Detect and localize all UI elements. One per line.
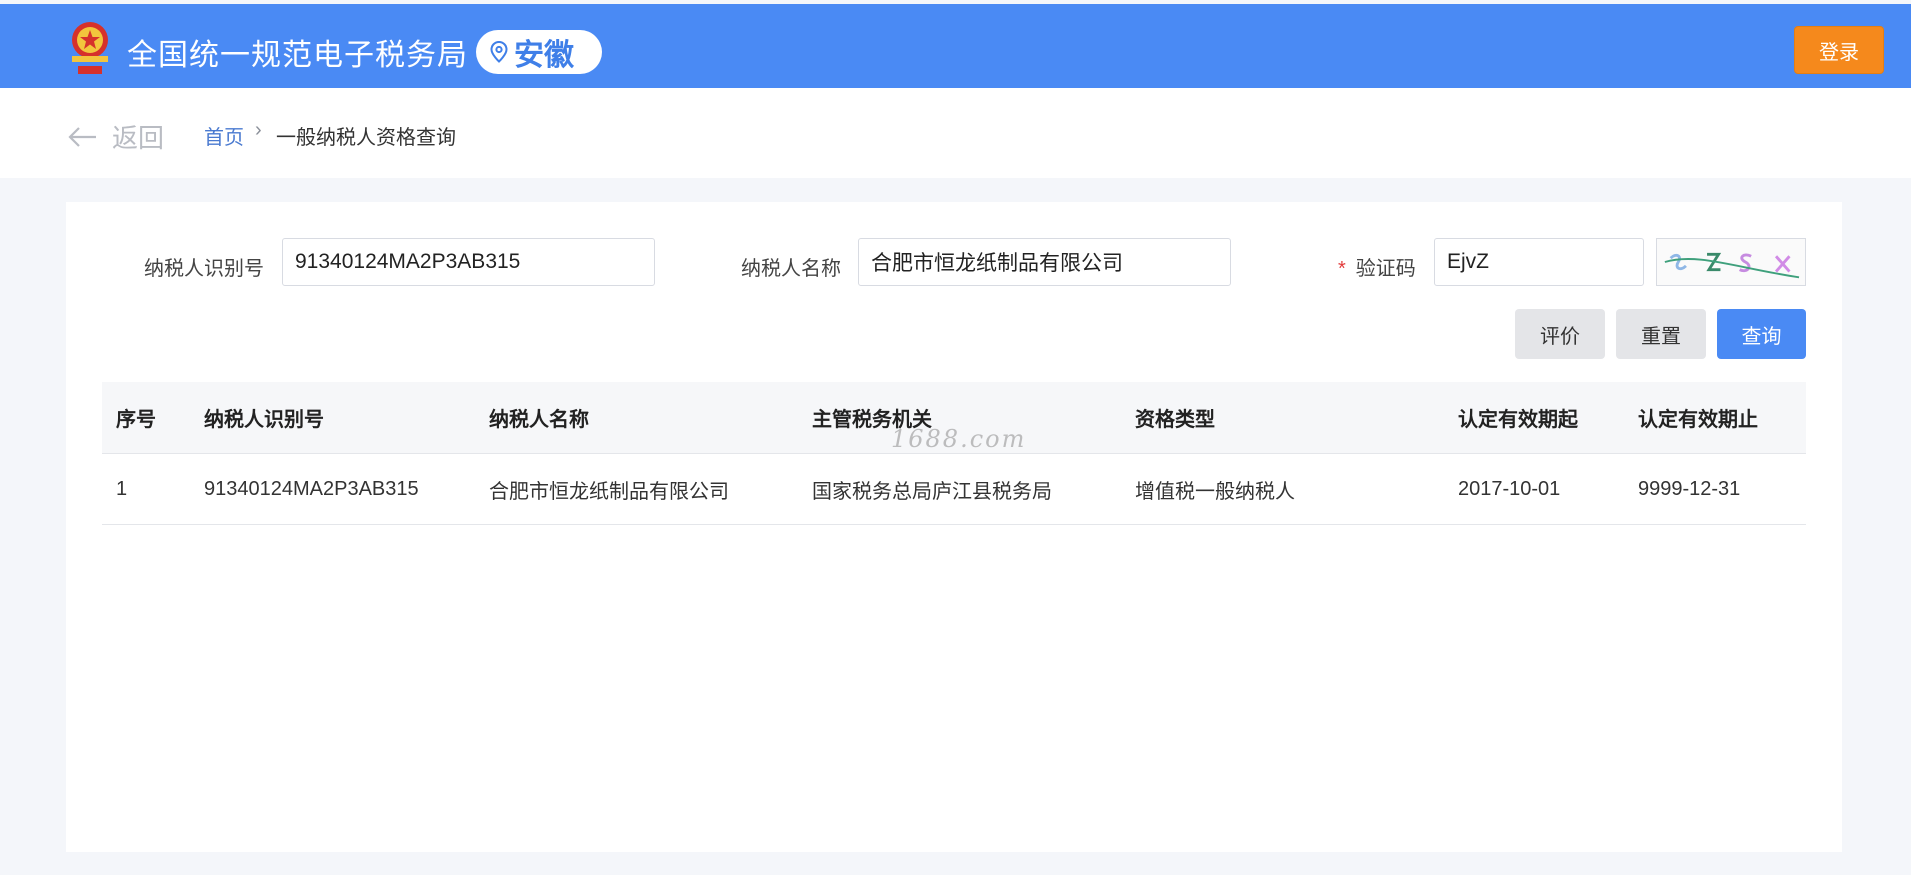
captcha-image[interactable]	[1656, 238, 1806, 286]
cell-valid-from: 2017-10-01	[1458, 477, 1561, 500]
region-label: 安徽	[514, 39, 574, 72]
required-mark: *	[1338, 258, 1346, 280]
top-header-bar: 全国统一规范电子税务局 安徽 登录	[0, 4, 1911, 88]
breadcrumb-separator: ›	[255, 119, 262, 141]
evaluate-button[interactable]: 评价	[1515, 309, 1605, 359]
breadcrumb-current-page: 一般纳税人资格查询	[276, 127, 456, 149]
cell-valid-to: 9999-12-31	[1638, 477, 1741, 500]
location-pin-icon	[490, 41, 508, 63]
breadcrumb-bar: 返回 首页 › 一般纳税人资格查询	[0, 88, 1911, 178]
column-header-taxpayer-id: 纳税人识别号	[204, 409, 324, 431]
column-header-taxpayer-name: 纳税人名称	[489, 409, 589, 431]
captcha-label: * 验证码	[1338, 252, 1416, 281]
table-header: 序号 纳税人识别号 纳税人名称 主管税务机关 资格类型 认定有效期起 认定有效期…	[102, 382, 1806, 454]
table-row: 1 91340124MA2P3AB315 合肥市恒龙纸制品有限公司 国家税务总局…	[102, 454, 1806, 525]
cell-qualification-type: 增值税一般纳税人	[1135, 480, 1295, 503]
reset-button[interactable]: 重置	[1616, 309, 1706, 359]
back-button[interactable]: 返回	[68, 118, 164, 155]
result-table: 序号 纳税人识别号 纳税人名称 主管税务机关 资格类型 认定有效期起 认定有效期…	[102, 382, 1806, 525]
login-button[interactable]: 登录	[1794, 26, 1884, 74]
arrow-left-icon	[68, 126, 96, 147]
back-label: 返回	[112, 123, 165, 153]
column-header-valid-to: 认定有效期止	[1638, 409, 1758, 431]
taxpayer-id-input[interactable]	[282, 238, 655, 286]
cell-taxpayer-id: 91340124MA2P3AB315	[204, 477, 419, 500]
cell-tax-authority: 国家税务总局庐江县税务局	[812, 480, 1052, 503]
cell-index: 1	[116, 477, 128, 500]
query-button[interactable]: 查询	[1717, 309, 1806, 359]
taxpayer-name-label: 纳税人名称	[741, 258, 841, 280]
national-emblem-logo	[64, 16, 116, 78]
region-selector[interactable]: 安徽	[476, 30, 602, 74]
site-title: 全国统一规范电子税务局	[127, 39, 468, 72]
cell-taxpayer-name: 合肥市恒龙纸制品有限公司	[489, 480, 729, 503]
captcha-label-text: 验证码	[1355, 258, 1416, 280]
column-header-qualification-type: 资格类型	[1135, 409, 1215, 431]
taxpayer-name-input[interactable]	[858, 238, 1231, 286]
taxpayer-id-label: 纳税人识别号	[144, 258, 264, 280]
breadcrumb-home-link[interactable]: 首页	[204, 121, 244, 150]
query-card: 纳税人识别号 纳税人名称 * 验证码 评价 重置 查询 序号 纳税人识别号 纳税人…	[66, 202, 1842, 852]
column-header-tax-authority: 主管税务机关	[812, 409, 932, 431]
column-header-index: 序号	[116, 409, 156, 431]
captcha-input[interactable]	[1434, 238, 1644, 286]
column-header-valid-from: 认定有效期起	[1458, 409, 1578, 431]
